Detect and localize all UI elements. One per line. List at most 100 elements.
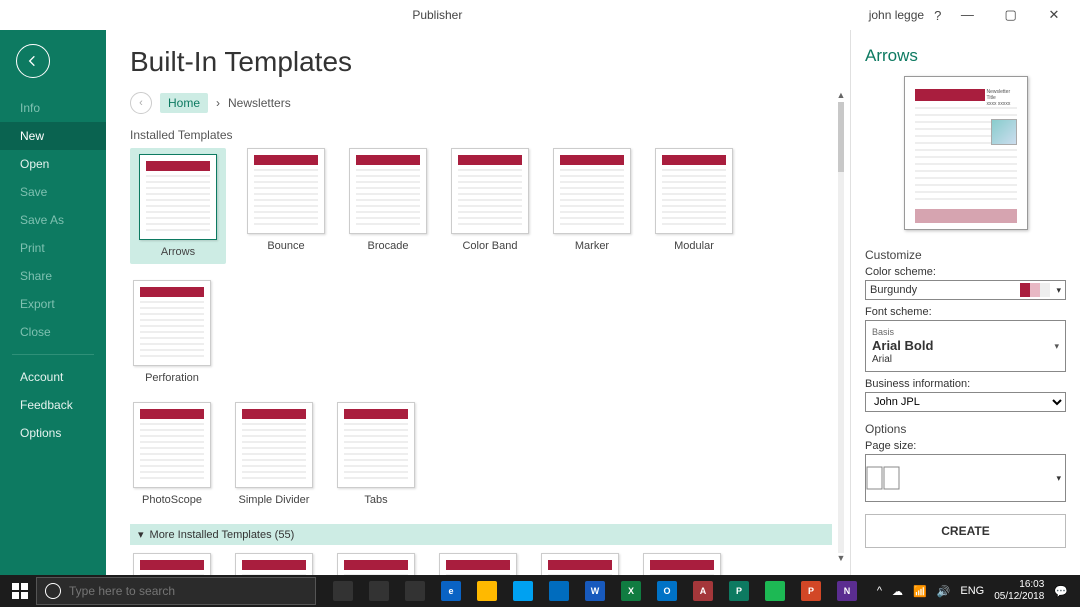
template-item-art-boxes[interactable]: Art Boxes	[436, 553, 520, 575]
title-bar: Publisher john legge ? — ▢ ✕	[0, 0, 1080, 30]
sidebar-item-save-as[interactable]: Save As	[0, 206, 106, 234]
more-templates-toggle[interactable]: ▾ More Installed Templates (55)	[130, 524, 832, 545]
sidebar-item-close[interactable]: Close	[0, 318, 106, 346]
taskbar-app-icon[interactable]: W	[578, 575, 612, 607]
template-item-accent-box[interactable]: Accent Box	[130, 553, 214, 575]
template-item-marker[interactable]: Marker	[550, 148, 634, 264]
page-spread-icon	[866, 466, 900, 490]
page-heading: Built-In Templates	[130, 46, 832, 78]
taskbar-app-icon[interactable]	[326, 575, 360, 607]
minimize-button[interactable]: —	[947, 1, 987, 29]
chevron-down-icon: ▾	[1056, 473, 1065, 484]
cortana-icon	[45, 583, 61, 599]
taskbar-app-icon[interactable]	[542, 575, 576, 607]
create-button[interactable]: CREATE	[865, 514, 1066, 548]
breadcrumb-back-icon[interactable]: ‹	[130, 92, 152, 114]
page-size-label: Page size:	[865, 440, 1066, 452]
font-scheme-label: Font scheme:	[865, 306, 1066, 318]
taskbar-app-icon[interactable]: X	[614, 575, 648, 607]
notifications-icon[interactable]: 💬	[1054, 585, 1068, 598]
scrollbar[interactable]: ▲ ▼	[834, 90, 848, 565]
sidebar-item-feedback[interactable]: Feedback	[0, 391, 106, 419]
sidebar-item-open[interactable]: Open	[0, 150, 106, 178]
template-item-banded[interactable]: Banded	[640, 553, 724, 575]
taskbar-app-icon[interactable]: e	[434, 575, 468, 607]
templates-grid-more: Accent Box Accessory Bar Arcs Art Boxes Axis…	[130, 553, 832, 575]
business-info-label: Business information:	[865, 378, 1066, 390]
start-button[interactable]	[4, 575, 36, 607]
network-icon[interactable]: 📶	[913, 585, 927, 598]
taskbar-app-icon[interactable]: N	[830, 575, 864, 607]
template-preview: Newsletter Titlexxxx xxxxx xxxxxx	[904, 76, 1028, 230]
templates-grid-installed-2: PhotoScopeSimple DividerTabs	[130, 402, 832, 506]
taskbar-clock[interactable]: 16:03 05/12/2018	[994, 579, 1044, 603]
taskbar-app-icon[interactable]	[398, 575, 432, 607]
taskbar: eWXOAPPN ^ ☁ 📶 🔊 ENG 16:03 05/12/2018 💬	[0, 575, 1080, 607]
template-item-arcs[interactable]: Arcs	[334, 553, 418, 575]
customize-heading: Customize	[865, 248, 1066, 262]
taskbar-app-icon[interactable]	[470, 575, 504, 607]
volume-icon[interactable]: 🔊	[937, 585, 951, 598]
window-buttons: — ▢ ✕	[947, 1, 1074, 30]
template-item-brocade[interactable]: Brocade	[346, 148, 430, 264]
taskbar-app-icon[interactable]	[758, 575, 792, 607]
sidebar-divider	[12, 354, 94, 355]
sidebar-item-print[interactable]: Print	[0, 234, 106, 262]
onedrive-icon[interactable]: ☁	[892, 585, 903, 598]
close-button[interactable]: ✕	[1034, 1, 1074, 29]
back-arrow-icon	[25, 53, 41, 69]
options-heading: Options	[865, 422, 1066, 436]
taskbar-app-icon[interactable]: O	[650, 575, 684, 607]
template-item-arrows[interactable]: Arrows	[130, 148, 226, 264]
sidebar-item-options[interactable]: Options	[0, 419, 106, 447]
breadcrumb: ‹ Home › Newsletters	[130, 92, 832, 114]
sidebar-item-save[interactable]: Save	[0, 178, 106, 206]
taskbar-app-icon[interactable]: A	[686, 575, 720, 607]
taskbar-app-icon[interactable]	[506, 575, 540, 607]
sidebar-item-account[interactable]: Account	[0, 363, 106, 391]
taskbar-apps: eWXOAPPN	[326, 575, 864, 607]
app-title: Publisher	[6, 8, 869, 22]
system-tray: ^ ☁ 📶 🔊 ENG 16:03 05/12/2018 💬	[877, 579, 1076, 603]
language-indicator[interactable]: ENG	[960, 585, 984, 597]
taskbar-search[interactable]	[36, 577, 316, 605]
template-item-photoscope[interactable]: PhotoScope	[130, 402, 214, 506]
search-input[interactable]	[69, 584, 307, 598]
breadcrumb-separator: ›	[216, 96, 220, 110]
template-item-simple-divider[interactable]: Simple Divider	[232, 402, 316, 506]
template-item-accessory-bar[interactable]: Accessory Bar	[232, 553, 316, 575]
sidebar-item-info[interactable]: Info	[0, 94, 106, 122]
font-scheme-select[interactable]: Basis Arial Bold Arial ▾	[865, 320, 1066, 372]
help-button[interactable]: ?	[934, 8, 941, 23]
tray-chevron-icon[interactable]: ^	[877, 585, 882, 597]
sidebar-item-new[interactable]: New	[0, 122, 106, 150]
breadcrumb-current[interactable]: Newsletters	[228, 96, 291, 110]
scroll-down-icon[interactable]: ▼	[834, 553, 848, 565]
templates-pane: Built-In Templates ‹ Home › Newsletters …	[106, 30, 850, 575]
user-name[interactable]: john legge	[869, 8, 924, 22]
template-item-perforation[interactable]: Perforation	[130, 280, 214, 384]
template-item-modular[interactable]: Modular	[652, 148, 736, 264]
taskbar-app-icon[interactable]	[362, 575, 396, 607]
template-item-tabs[interactable]: Tabs	[334, 402, 418, 506]
taskbar-app-icon[interactable]: P	[722, 575, 756, 607]
templates-grid-installed: ArrowsBounceBrocadeColor BandMarkerModul…	[130, 148, 832, 384]
sidebar-item-share[interactable]: Share	[0, 262, 106, 290]
selected-template-title: Arrows	[865, 46, 1066, 66]
scroll-up-icon[interactable]: ▲	[834, 90, 848, 102]
business-info-select[interactable]: John JPL	[865, 392, 1066, 412]
scrollbar-thumb[interactable]	[838, 102, 844, 172]
template-item-bounce[interactable]: Bounce	[244, 148, 328, 264]
template-item-color-band[interactable]: Color Band	[448, 148, 532, 264]
back-button[interactable]	[16, 44, 50, 78]
backstage-sidebar: InfoNewOpenSaveSave AsPrintShareExportCl…	[0, 30, 106, 575]
restore-button[interactable]: ▢	[991, 1, 1031, 29]
chevron-down-icon: ▾	[1056, 285, 1061, 296]
sidebar-item-export[interactable]: Export	[0, 290, 106, 318]
installed-templates-label: Installed Templates	[130, 128, 832, 142]
taskbar-app-icon[interactable]: P	[794, 575, 828, 607]
breadcrumb-home[interactable]: Home	[160, 93, 208, 113]
color-scheme-select[interactable]: Burgundy ▾	[865, 280, 1066, 300]
page-size-select[interactable]: ▾	[865, 454, 1066, 502]
template-item-axis[interactable]: Axis	[538, 553, 622, 575]
